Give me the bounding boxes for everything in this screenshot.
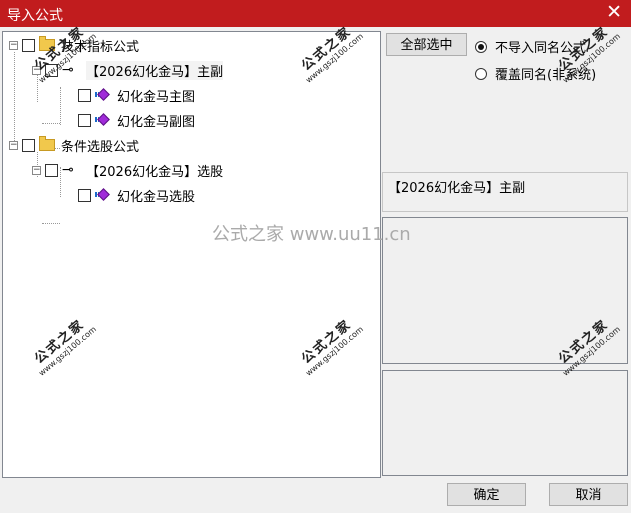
radio-button[interactable] bbox=[475, 67, 487, 80]
tree-item-label: 【2026幻化金马】主副 bbox=[86, 60, 224, 80]
tree-item-selection-formula[interactable]: 幻化金马选股 bbox=[78, 185, 195, 205]
tree-item-label: 条件选股公式 bbox=[61, 139, 140, 155]
key-icon: ⊸ bbox=[62, 162, 74, 178]
cancel-button[interactable]: 取消 bbox=[549, 483, 628, 506]
radio-button[interactable] bbox=[475, 40, 487, 53]
ok-button[interactable]: 确定 bbox=[447, 483, 526, 506]
dialog-body: − 技术指标公式 − ⊸ 【2026幻化金马】主副 幻化金马主图 幻化金马副图 … bbox=[0, 27, 631, 513]
collapse-icon[interactable]: − bbox=[32, 165, 41, 175]
tree-item-label: 【2026幻化金马】选股 bbox=[86, 164, 224, 180]
tree-item-sub-chart[interactable]: 幻化金马副图 bbox=[78, 110, 195, 130]
collapse-icon[interactable]: − bbox=[9, 40, 18, 50]
checkbox[interactable] bbox=[45, 163, 58, 177]
formula-name-box: 【2026幻化金马】主副 bbox=[382, 172, 628, 212]
tree-item-label: 幻化金马主图 bbox=[117, 89, 196, 105]
collapse-icon[interactable]: − bbox=[9, 140, 18, 150]
formula-tree[interactable]: − 技术指标公式 − ⊸ 【2026幻化金马】主副 幻化金马主图 幻化金马副图 … bbox=[2, 31, 381, 478]
formula-detail-box[interactable] bbox=[382, 370, 628, 476]
checkbox[interactable] bbox=[78, 113, 91, 127]
formula-gem-icon bbox=[95, 113, 111, 127]
checkbox[interactable] bbox=[78, 188, 91, 202]
title-bar: 导入公式 ✕ bbox=[0, 0, 631, 27]
center-watermark: 公式之家 www.uu11.cn bbox=[212, 224, 411, 245]
folder-icon bbox=[39, 136, 55, 151]
checkbox[interactable] bbox=[22, 38, 35, 52]
checkbox[interactable] bbox=[22, 138, 35, 152]
window-title: 导入公式 bbox=[7, 8, 63, 24]
close-icon[interactable]: ✕ bbox=[606, 2, 622, 22]
formula-gem-icon bbox=[95, 88, 111, 102]
tree-item-stock-selection[interactable]: − 条件选股公式 bbox=[9, 135, 139, 155]
tree-item-label: 幻化金马选股 bbox=[117, 189, 196, 205]
options-pane: 全部选中 不导入同名公式 覆盖同名(非系统) 【2026幻化金马】主副 bbox=[382, 31, 631, 476]
formula-gem-icon bbox=[95, 188, 111, 202]
tree-item-selection-key[interactable]: − ⊸ 【2026幻化金马】选股 bbox=[32, 160, 223, 180]
tree-item-label: 幻化金马副图 bbox=[117, 114, 196, 130]
tree-item-main-chart[interactable]: 幻化金马主图 bbox=[78, 85, 195, 105]
checkbox[interactable] bbox=[78, 88, 91, 102]
formula-name-text: 【2026幻化金马】主副 bbox=[388, 181, 526, 196]
select-all-button[interactable]: 全部选中 bbox=[386, 33, 467, 56]
